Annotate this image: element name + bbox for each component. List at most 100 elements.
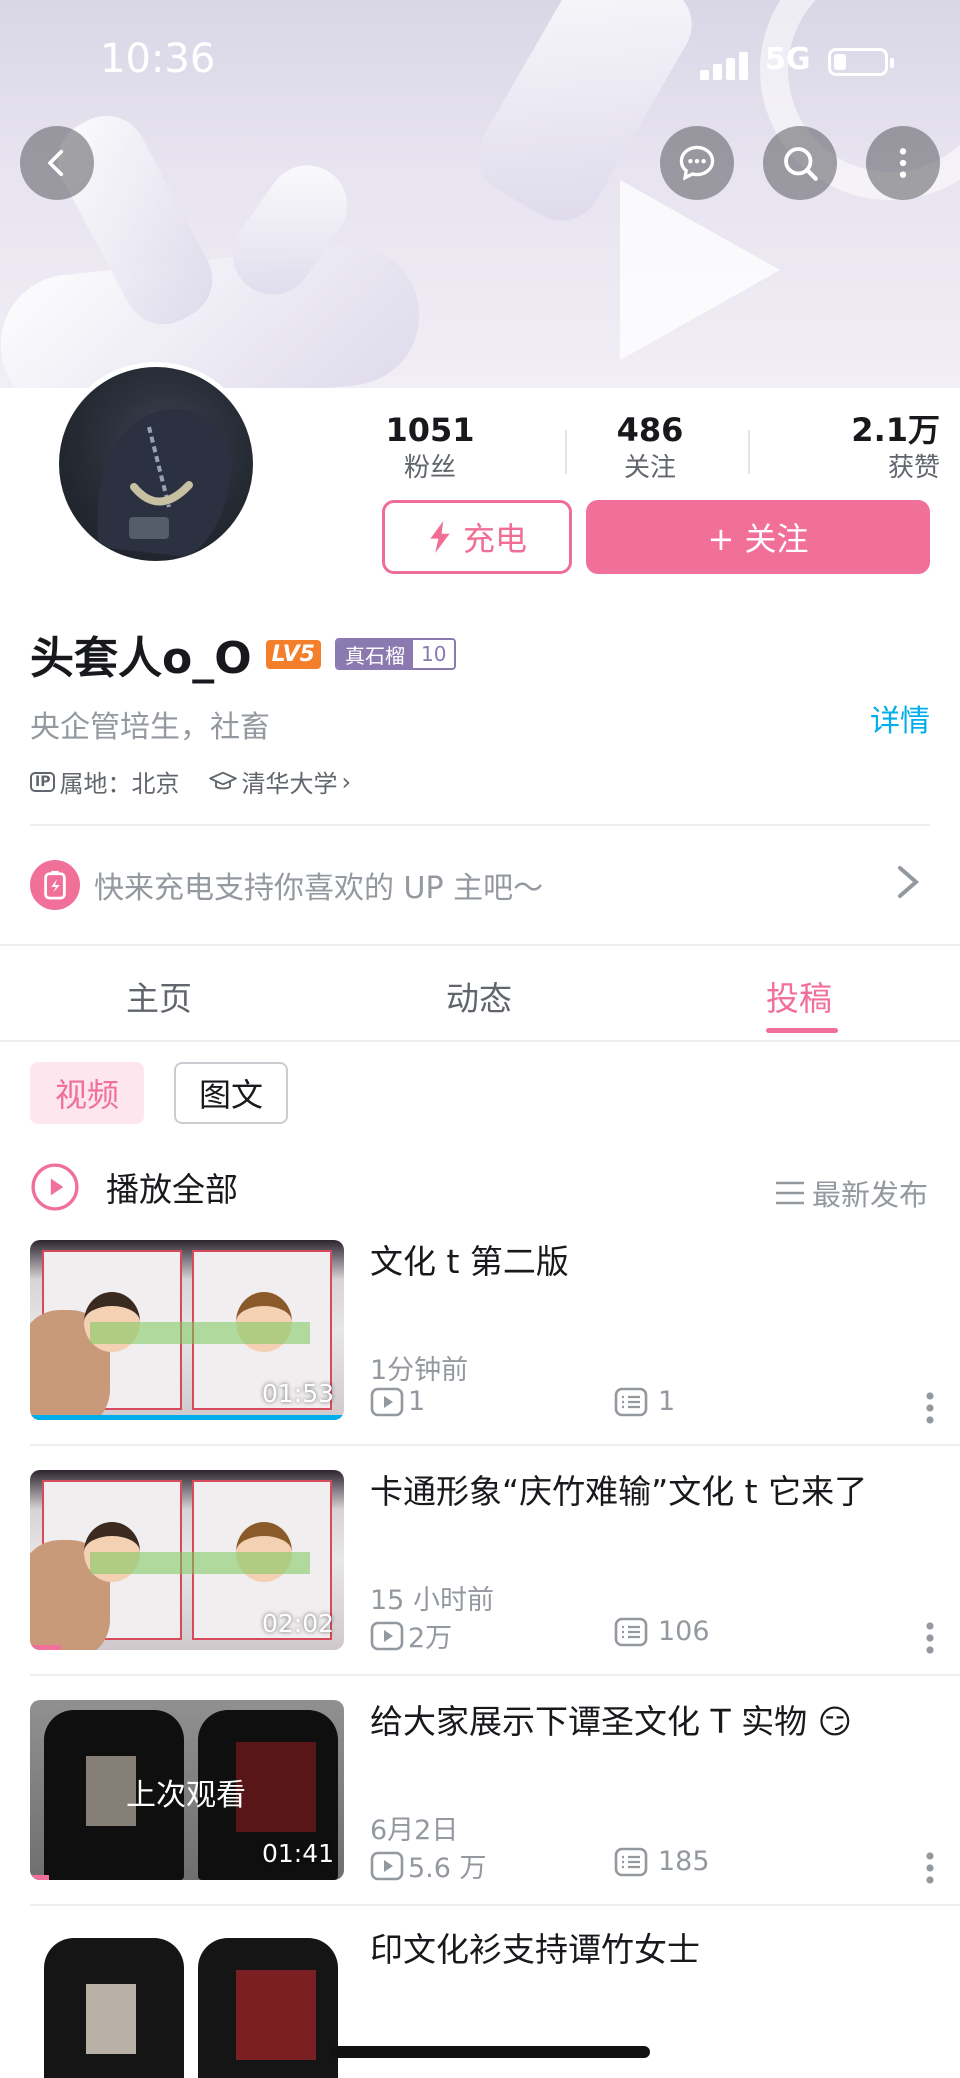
following-label: 关注 — [623, 453, 676, 483]
divider — [30, 1674, 960, 1676]
video-time: 1分钟前 — [370, 1355, 469, 1386]
play-count-value: 1 — [408, 1386, 426, 1417]
status-time: 10:36 — [100, 36, 216, 82]
back-button[interactable] — [20, 126, 94, 200]
video-title: 印文化衫支持谭竹女士 — [370, 1930, 700, 1969]
play-count: 1 — [370, 1386, 425, 1417]
tab-submissions[interactable]: 投稿 — [766, 972, 832, 1020]
video-duration: 01:53 — [261, 1379, 334, 1408]
video-item[interactable]: 01:53 文化 t 第二版 1分钟前 1 1 — [0, 1240, 960, 1468]
comment-count: 185 — [614, 1846, 710, 1877]
charge-button[interactable]: 充电 — [382, 500, 572, 574]
follow-button-label: + 关注 — [707, 520, 809, 558]
video-item[interactable]: 上次观看 01:41 给大家展示下谭圣文化 T 实物 😏 6月2日 5.6 万 … — [0, 1700, 960, 1928]
stat-likes[interactable]: 2.1万 获赞 — [800, 410, 940, 486]
video-duration: 02:02 — [261, 1609, 334, 1638]
name-row: 头套人o_O LV5 真石榴 10 — [30, 622, 457, 686]
chat-bubble-icon — [679, 145, 715, 181]
battery-charge-icon — [30, 860, 80, 910]
charge-button-label: 充电 — [462, 520, 527, 558]
search-icon — [784, 147, 818, 181]
graduation-cap-icon — [209, 771, 238, 789]
comment-icon — [614, 1387, 648, 1416]
avatar[interactable] — [54, 362, 258, 566]
play-count: 2万 — [370, 1616, 452, 1655]
more-button[interactable] — [866, 126, 940, 200]
tab-dynamic[interactable]: 动态 — [446, 972, 512, 1020]
fans-count: 1051 — [385, 411, 475, 449]
video-duration: 01:41 — [261, 1839, 334, 1868]
video-item[interactable]: 02:02 卡通形象“庆竹难输”文化 t 它来了 15 小时前 2万 106 — [0, 1470, 960, 1698]
sort-label: 最新发布 — [811, 1178, 928, 1212]
signature: 央企管培生，社畜 — [30, 710, 270, 745]
medal-name: 真石榴 — [336, 640, 413, 668]
search-button[interactable] — [763, 126, 837, 200]
watch-progress — [30, 1645, 62, 1650]
play-box-icon — [370, 1387, 404, 1416]
vertical-dots-icon — [899, 148, 907, 178]
comment-count-value: 1 — [658, 1386, 676, 1417]
fan-medal[interactable]: 真石榴 10 — [334, 638, 457, 670]
video-thumbnail[interactable] — [30, 1928, 344, 2078]
play-box-icon — [370, 1621, 404, 1650]
tab-indicator — [766, 1028, 838, 1033]
comment-count: 106 — [614, 1616, 710, 1647]
stat-divider — [748, 430, 750, 474]
school-link[interactable]: 清华大学 › — [209, 764, 351, 799]
vertical-dots-icon[interactable] — [918, 1620, 942, 1656]
ip-location: IP 属地：北京 — [30, 764, 179, 799]
sort-button[interactable]: 最新发布 — [775, 1172, 928, 1214]
follow-button[interactable]: + 关注 — [586, 500, 930, 574]
vertical-dots-icon[interactable] — [918, 1850, 942, 1886]
battery-icon — [828, 48, 894, 76]
video-title: 给大家展示下谭圣文化 T 实物 😏 — [370, 1702, 853, 1741]
comment-count: 1 — [614, 1386, 675, 1417]
vertical-dots-icon[interactable] — [918, 1390, 942, 1426]
fans-label: 粉丝 — [403, 453, 456, 483]
divider — [30, 1904, 960, 1906]
video-thumbnail[interactable]: 01:53 — [30, 1240, 344, 1420]
tab-home[interactable]: 主页 — [126, 972, 192, 1020]
play-all-button[interactable]: 播放全部 — [30, 1162, 238, 1212]
video-thumbnail[interactable]: 上次观看 01:41 — [30, 1700, 344, 1880]
play-all-label: 播放全部 — [106, 1170, 238, 1209]
charge-banner[interactable]: 快来充电支持你喜欢的 UP 主吧～ — [0, 826, 960, 944]
filter-video[interactable]: 视频 — [30, 1062, 144, 1124]
list-icon — [775, 1181, 804, 1205]
ip-location-text: 属地：北京 — [59, 770, 180, 798]
stat-following[interactable]: 486 关注 — [580, 410, 720, 486]
detail-link[interactable]: 详情 — [870, 696, 930, 740]
stat-divider — [565, 430, 567, 474]
status-bar: 10:36 5G — [0, 36, 960, 96]
filter-image-text[interactable]: 图文 — [174, 1062, 288, 1124]
chevron-right-icon — [898, 866, 920, 898]
ip-badge: IP — [30, 771, 56, 792]
stats-bar: 1051 粉丝 486 关注 2.1万 获赞 — [360, 410, 940, 490]
video-time: 15 小时前 — [370, 1585, 494, 1616]
comment-count-value: 106 — [658, 1616, 710, 1647]
profile-tabs: 主页 动态 投稿 — [0, 946, 960, 1042]
comment-icon — [614, 1847, 648, 1876]
play-box-icon — [370, 1851, 404, 1880]
message-button[interactable] — [660, 126, 734, 200]
likes-label: 获赞 — [887, 453, 940, 483]
level-badge: LV5 — [265, 639, 321, 669]
ip-school-row: IP 属地：北京 清华大学 › — [30, 764, 351, 799]
comment-count-value: 185 — [658, 1846, 710, 1877]
watch-progress — [30, 1415, 344, 1420]
watch-progress — [30, 1875, 49, 1880]
video-title: 文化 t 第二版 — [370, 1242, 569, 1281]
username: 头套人o_O — [30, 633, 252, 684]
charge-banner-text: 快来充电支持你喜欢的 UP 主吧～ — [94, 871, 544, 906]
comment-icon — [614, 1617, 648, 1646]
video-thumbnail[interactable]: 02:02 — [30, 1470, 344, 1650]
stat-fans[interactable]: 1051 粉丝 — [360, 410, 500, 486]
home-indicator[interactable] — [330, 2046, 650, 2058]
chevron-left-icon — [48, 149, 64, 177]
chevron-right-icon: › — [341, 767, 352, 796]
play-count-value: 5.6 万 — [408, 1853, 487, 1884]
divider — [30, 1444, 960, 1446]
medal-level: 10 — [412, 640, 455, 668]
video-title: 卡通形象“庆竹难输”文化 t 它来了 — [370, 1472, 868, 1511]
lightning-icon — [430, 521, 450, 553]
